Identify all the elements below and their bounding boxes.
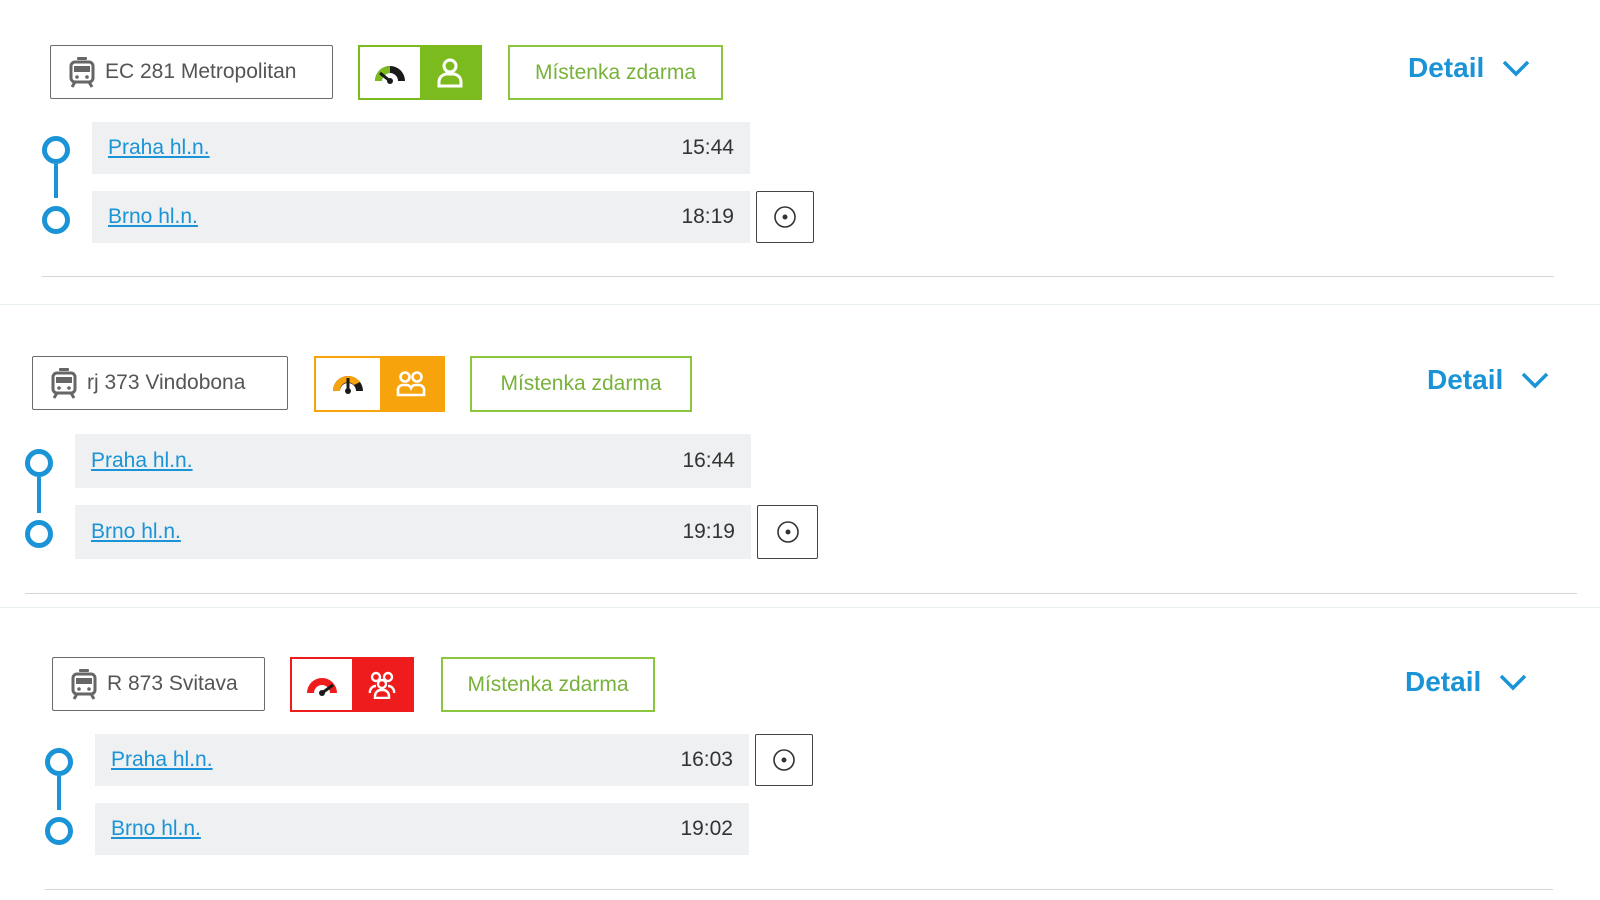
- detail-button[interactable]: Detail: [1427, 364, 1549, 396]
- free-seat-label: Místenka zdarma: [467, 672, 629, 696]
- free-seat-label: Místenka zdarma: [534, 60, 697, 84]
- location-target-icon: [776, 521, 799, 543]
- route-line: [57, 776, 61, 810]
- stop-row: Brno hl.n. 19:19: [75, 505, 751, 559]
- occupancy-indicator: [314, 356, 445, 412]
- train-name: EC 281 Metropolitan: [105, 60, 297, 83]
- chevron-down-icon: [1503, 60, 1530, 77]
- stop-row: Brno hl.n. 19:02: [95, 803, 749, 855]
- occupancy-indicator: [358, 45, 482, 100]
- train-icon: [71, 669, 97, 700]
- stop-time: 19:02: [680, 817, 733, 840]
- divider: [25, 593, 1577, 594]
- train-badge[interactable]: R 873 Svitava: [52, 657, 265, 711]
- card-separator: [0, 607, 1600, 608]
- free-seat-button[interactable]: Místenka zdarma: [508, 45, 723, 100]
- location-target-icon: [774, 206, 796, 228]
- detail-label: Detail: [1408, 52, 1485, 83]
- stop-link[interactable]: Brno hl.n.: [91, 520, 181, 544]
- stop-link[interactable]: Praha hl.n.: [108, 136, 210, 160]
- stop-time: 15:44: [681, 136, 734, 159]
- train-name: R 873 Svitava: [107, 672, 238, 695]
- gauge-icon: [292, 659, 352, 710]
- train-name: rj 373 Vindobona: [87, 371, 246, 394]
- detail-label: Detail: [1405, 666, 1482, 697]
- stop-marker-icon: [25, 520, 53, 548]
- stop-link[interactable]: Praha hl.n.: [111, 748, 213, 772]
- stop-marker-icon: [42, 136, 70, 164]
- stop-row: Praha hl.n. 16:44: [75, 434, 751, 488]
- stop-marker-icon: [25, 449, 53, 477]
- gauge-icon: [316, 358, 380, 410]
- stop-time: 19:19: [682, 520, 735, 543]
- stop-time: 16:44: [682, 449, 735, 472]
- stop-marker-icon: [42, 206, 70, 234]
- chevron-down-icon: [1500, 674, 1527, 691]
- route-line: [54, 164, 58, 198]
- location-target-icon: [773, 749, 795, 771]
- train-icon: [51, 368, 77, 399]
- divider: [42, 276, 1554, 277]
- stop-link[interactable]: Brno hl.n.: [108, 205, 198, 229]
- detail-label: Detail: [1427, 364, 1504, 395]
- detail-button[interactable]: Detail: [1408, 52, 1530, 84]
- train-icon: [69, 57, 95, 88]
- show-on-map-button[interactable]: [757, 505, 818, 559]
- show-on-map-button[interactable]: [755, 734, 813, 786]
- free-seat-button[interactable]: Místenka zdarma: [470, 356, 692, 412]
- free-seat-label: Místenka zdarma: [500, 372, 662, 395]
- stop-link[interactable]: Brno hl.n.: [111, 817, 201, 841]
- stop-marker-icon: [45, 817, 73, 845]
- train-badge[interactable]: EC 281 Metropolitan: [50, 45, 333, 99]
- stop-row: Brno hl.n. 18:19: [92, 191, 750, 243]
- stop-time: 16:03: [680, 748, 733, 771]
- detail-button[interactable]: Detail: [1405, 666, 1527, 698]
- gauge-icon: [360, 47, 420, 98]
- people-icon: [379, 358, 443, 410]
- divider: [45, 889, 1553, 890]
- crowd-icon: [352, 659, 412, 710]
- route-line: [37, 477, 41, 513]
- free-seat-button[interactable]: Místenka zdarma: [441, 657, 655, 712]
- stop-row: Praha hl.n. 15:44: [92, 122, 750, 174]
- stop-time: 18:19: [681, 205, 734, 228]
- occupancy-indicator: [290, 657, 414, 712]
- stop-link[interactable]: Praha hl.n.: [91, 449, 193, 473]
- card-separator: [0, 304, 1600, 305]
- show-on-map-button[interactable]: [756, 191, 814, 243]
- chevron-down-icon: [1522, 372, 1549, 389]
- train-badge[interactable]: rj 373 Vindobona: [32, 356, 288, 410]
- stop-row: Praha hl.n. 16:03: [95, 734, 749, 786]
- person-icon: [420, 47, 480, 98]
- stop-marker-icon: [45, 748, 73, 776]
